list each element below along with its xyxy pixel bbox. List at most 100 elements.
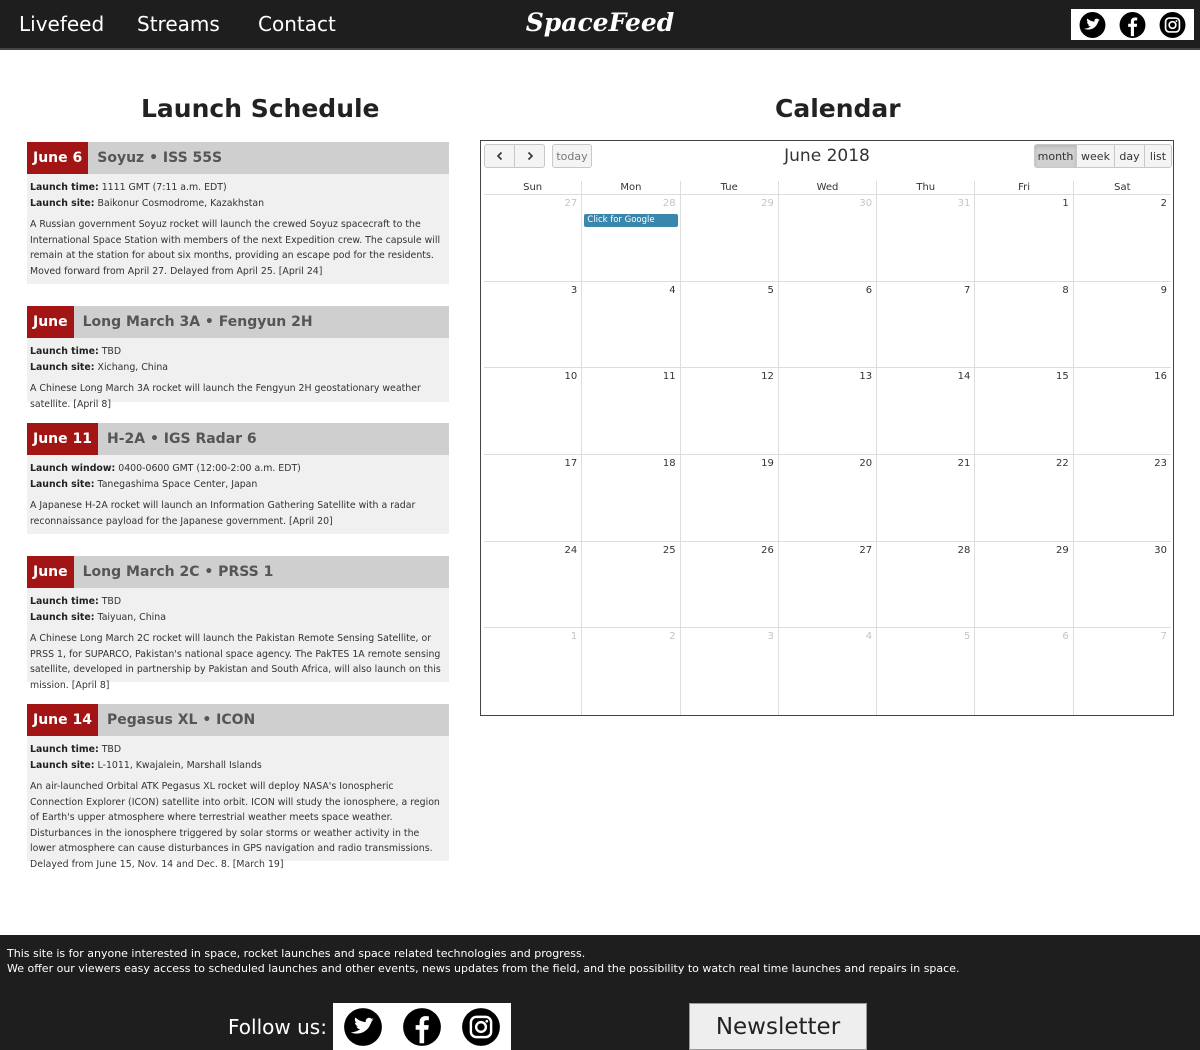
social-links-header <box>1071 9 1194 40</box>
newsletter-button[interactable]: Newsletter <box>689 1003 867 1050</box>
calendar-week-row: 17 18 19 20 21 22 23 <box>484 455 1171 542</box>
launch-description: An air-launched Orbital ATK Pegasus XL r… <box>30 781 440 870</box>
calendar-day[interactable]: 15 <box>974 368 1072 455</box>
calendar-day[interactable]: 19 <box>679 455 778 541</box>
twitter-icon[interactable] <box>1074 11 1111 39</box>
calendar-day[interactable]: 16 <box>1072 368 1171 455</box>
calendar-view-day[interactable]: day <box>1114 144 1145 168</box>
day-number: 30 <box>859 198 873 209</box>
calendar-day[interactable]: 24 <box>484 542 581 628</box>
day-number: 7 <box>1160 631 1167 643</box>
facebook-icon[interactable] <box>1114 11 1151 39</box>
calendar-day[interactable]: 9 <box>1072 281 1171 368</box>
site-footer: This site is for anyone interested in sp… <box>0 935 1200 1050</box>
launch-mission-name: Long March 2C • PRSS 1 <box>82 564 274 580</box>
launch-site-value: Baikonur Cosmodrome, Kazakhstan <box>97 197 265 209</box>
nav-link-contact[interactable]: Contact <box>258 12 336 36</box>
calendar-day[interactable]: 23 <box>1072 455 1171 541</box>
calendar-view-list[interactable]: list <box>1144 144 1172 168</box>
nav-link-livefeed[interactable]: Livefeed <box>19 12 104 36</box>
day-number: 13 <box>859 371 873 383</box>
day-number: 27 <box>564 198 578 209</box>
calendar-day[interactable]: 6 <box>777 281 876 368</box>
calendar-day[interactable]: 27 <box>777 541 876 628</box>
day-number: 23 <box>1154 458 1167 470</box>
follow-us-label: Follow us: <box>228 1015 327 1039</box>
twitter-icon[interactable] <box>336 1005 390 1049</box>
calendar-day[interactable]: 7 <box>1072 628 1171 716</box>
launch-date-badge: June 14 <box>27 704 98 736</box>
launch-site-value: Taiyuan, China <box>97 611 166 623</box>
instagram-icon[interactable] <box>454 1005 508 1049</box>
calendar-day[interactable]: 28 Click for Google <box>581 195 679 281</box>
day-number: 19 <box>761 458 774 470</box>
calendar-day[interactable]: 3 <box>679 628 778 716</box>
calendar-day[interactable]: 7 <box>876 281 974 368</box>
launch-card: June 6 Soyuz • ISS 55S Launch time: 1111… <box>27 142 449 284</box>
calendar-day[interactable]: 8 <box>974 281 1072 368</box>
calendar-day[interactable]: 4 <box>581 281 679 368</box>
day-number: 15 <box>1055 371 1069 383</box>
day-number: 11 <box>662 371 676 383</box>
day-number: 29 <box>1055 544 1069 556</box>
launch-details: Launch time: TBD Launch site: Xichang, C… <box>27 338 449 416</box>
day-of-week-header: Sun Mon Tue Wed Thu Fri Sat <box>484 181 1171 195</box>
calendar-day[interactable]: 25 <box>581 541 679 628</box>
launch-details: Launch time: TBD Launch site: L-1011, Kw… <box>27 736 449 876</box>
launch-description: A Russian government Soyuz rocket will l… <box>30 219 441 277</box>
facebook-icon[interactable] <box>395 1005 449 1049</box>
calendar-view-month[interactable]: month <box>1034 144 1077 168</box>
instagram-icon[interactable] <box>1154 11 1191 39</box>
calendar-day[interactable]: 27 <box>484 195 581 281</box>
nav-link-streams[interactable]: Streams <box>137 12 220 36</box>
day-number: 18 <box>662 458 676 470</box>
launch-card: June Long March 3A • Fengyun 2H Launch t… <box>27 306 449 410</box>
site-logo[interactable]: SpaceFeed <box>526 8 675 37</box>
calendar-toolbar: today June 2018 month week day list <box>481 141 1173 181</box>
calendar-day[interactable]: 3 <box>484 282 581 368</box>
calendar-day[interactable]: 22 <box>974 455 1072 541</box>
day-number: 26 <box>761 544 774 556</box>
calendar-week-row: 10 11 12 13 14 15 16 <box>484 368 1171 456</box>
calendar-day[interactable]: 2 <box>581 628 679 716</box>
calendar-day[interactable]: 1 <box>974 195 1072 281</box>
launch-card: June 11 H-2A • IGS Radar 6 Launch window… <box>27 423 449 534</box>
day-number: 2 <box>1160 198 1167 209</box>
calendar-day[interactable]: 2 <box>1072 195 1171 281</box>
day-number: 1 <box>570 631 578 643</box>
calendar-day[interactable]: 14 <box>876 368 974 455</box>
launch-date-badge: June <box>27 306 74 338</box>
launch-details: Launch window: 0400-0600 GMT (12:00-2:00… <box>27 455 449 533</box>
calendar-event[interactable]: Click for Google <box>584 214 678 227</box>
calendar-day[interactable]: 30 <box>1072 541 1171 628</box>
calendar-day[interactable]: 11 <box>581 368 679 455</box>
calendar-day[interactable]: 21 <box>876 455 974 541</box>
launch-time-value: 0400-0600 GMT (12:00-2:00 a.m. EDT) <box>118 463 301 474</box>
calendar-day[interactable]: 6 <box>974 628 1072 716</box>
calendar-week-row: 3 4 5 6 7 8 9 <box>484 281 1171 369</box>
calendar-widget: today June 2018 month week day list Sun … <box>480 140 1174 716</box>
calendar-day[interactable]: 5 <box>679 281 778 368</box>
calendar-day[interactable]: 20 <box>777 455 876 541</box>
calendar-day[interactable]: 30 <box>777 195 876 281</box>
day-number: 9 <box>1160 284 1167 296</box>
calendar-day[interactable]: 10 <box>484 368 581 454</box>
launch-time-label: Launch time: <box>30 744 99 755</box>
day-number: 22 <box>1055 458 1069 470</box>
calendar-day[interactable]: 17 <box>484 455 581 541</box>
calendar-day[interactable]: 26 <box>679 541 778 628</box>
calendar-day[interactable]: 1 <box>484 628 581 715</box>
calendar-day[interactable]: 12 <box>679 368 778 455</box>
calendar-day[interactable]: 13 <box>777 368 876 455</box>
calendar-day[interactable]: 28 <box>876 541 974 628</box>
launch-site-label: Launch site: <box>30 611 95 623</box>
calendar-day[interactable]: 18 <box>581 455 679 541</box>
day-number: 24 <box>564 544 578 556</box>
day-number: 3 <box>570 284 578 296</box>
calendar-day[interactable]: 31 <box>876 195 974 281</box>
calendar-day[interactable]: 4 <box>777 628 876 716</box>
calendar-day[interactable]: 29 <box>974 541 1072 628</box>
calendar-day[interactable]: 5 <box>876 628 974 716</box>
calendar-day[interactable]: 29 <box>679 195 778 281</box>
calendar-view-week[interactable]: week <box>1076 144 1115 168</box>
